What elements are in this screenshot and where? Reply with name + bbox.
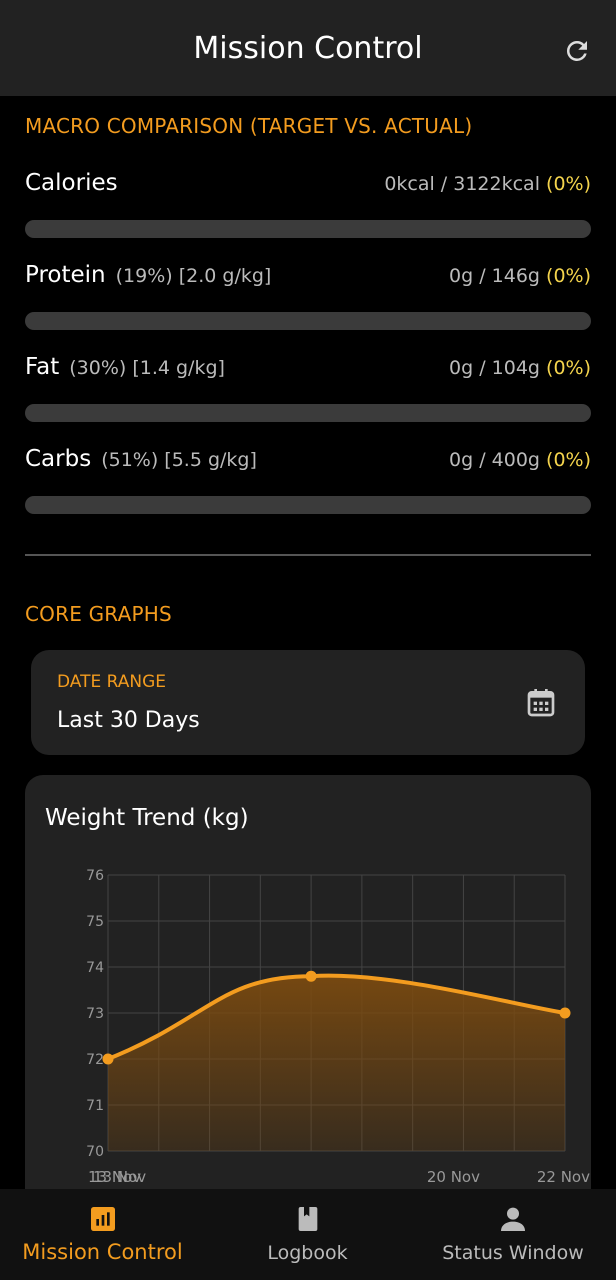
nav-logbook[interactable]: Logbook bbox=[205, 1189, 410, 1280]
bar-chart-icon bbox=[90, 1207, 115, 1231]
y-tick-label: 75 bbox=[86, 914, 104, 930]
macro-sub: (19%) [2.0 g/kg] bbox=[115, 265, 272, 287]
date-range-label: DATE RANGE bbox=[57, 672, 167, 692]
x-tick-label: 20 Nov bbox=[427, 1168, 480, 1186]
weight-trend-chart: 7071727374757613 Nov13 Nov 20 Nov 22 Nov bbox=[86, 868, 590, 1186]
macro-protein: Protein (19%) [2.0 g/kg] 0g / 146g (0%) bbox=[25, 262, 591, 330]
y-tick-label: 71 bbox=[86, 1098, 104, 1114]
section-divider bbox=[25, 554, 591, 556]
x-tick-label: 22 Nov bbox=[537, 1168, 590, 1186]
macro-name: Protein bbox=[25, 262, 106, 288]
macro-name: Fat bbox=[25, 354, 60, 380]
bottom-navigation: Mission Control Logbook Status Window bbox=[0, 1189, 616, 1280]
person-icon bbox=[501, 1207, 525, 1231]
date-range-selector[interactable]: DATE RANGE Last 30 Days bbox=[31, 650, 585, 755]
macro-percent: (0%) bbox=[546, 173, 591, 195]
nav-label: Status Window bbox=[442, 1242, 584, 1264]
weight-trend-card: Weight Trend (kg) 70 71 72 73 74 75 76 13 Nov 13… bbox=[25, 775, 591, 1215]
macro-name: Carbs bbox=[25, 446, 92, 472]
weight-area bbox=[108, 975, 565, 1151]
macro-value: 0g / 400g bbox=[449, 449, 540, 471]
nav-mission-control[interactable]: Mission Control bbox=[0, 1189, 205, 1280]
macro-progress-bar bbox=[25, 404, 591, 422]
refresh-icon[interactable] bbox=[562, 36, 592, 66]
macro-name: Calories bbox=[25, 170, 118, 196]
calendar-icon[interactable] bbox=[525, 686, 557, 720]
macro-progress-bar bbox=[25, 312, 591, 330]
app-header: Mission Control bbox=[0, 0, 616, 96]
macro-value: 0g / 146g bbox=[449, 265, 540, 287]
y-tick-label: 72 bbox=[86, 1052, 104, 1068]
nav-label: Mission Control bbox=[22, 1240, 183, 1264]
data-point bbox=[102, 1053, 114, 1065]
x-tick-label: 13 Nov bbox=[93, 1168, 146, 1186]
nav-label: Logbook bbox=[267, 1242, 348, 1264]
book-icon bbox=[298, 1207, 317, 1231]
macro-section-title: MACRO COMPARISON (TARGET VS. ACTUAL) bbox=[25, 114, 473, 138]
macro-percent: (0%) bbox=[546, 449, 591, 471]
data-point bbox=[559, 1007, 571, 1019]
graphs-section-title: CORE GRAPHS bbox=[25, 602, 172, 626]
y-tick-label: 76 bbox=[86, 868, 104, 884]
macro-progress-bar bbox=[25, 220, 591, 238]
macro-percent: (0%) bbox=[546, 357, 591, 379]
macro-carbs: Carbs (51%) [5.5 g/kg] 0g / 400g (0%) bbox=[25, 446, 591, 514]
macro-calories: Calories 0kcal / 3122kcal (0%) bbox=[25, 170, 591, 238]
page-title: Mission Control bbox=[193, 30, 423, 66]
nav-status-window[interactable]: Status Window bbox=[410, 1189, 616, 1280]
macro-value: 0g / 104g bbox=[449, 357, 540, 379]
macro-percent: (0%) bbox=[546, 265, 591, 287]
y-tick-label: 70 bbox=[86, 1144, 104, 1160]
macro-progress-bar bbox=[25, 496, 591, 514]
macro-value: 0kcal / 3122kcal bbox=[384, 173, 540, 195]
macro-fat: Fat (30%) [1.4 g/kg] 0g / 104g (0%) bbox=[25, 354, 591, 422]
macro-sub: (30%) [1.4 g/kg] bbox=[69, 357, 225, 379]
macro-sub: (51%) [5.5 g/kg] bbox=[101, 449, 257, 471]
y-tick-label: 73 bbox=[86, 1006, 104, 1022]
date-range-value: Last 30 Days bbox=[57, 708, 200, 733]
y-tick-label: 74 bbox=[86, 960, 104, 976]
data-point bbox=[305, 970, 317, 982]
